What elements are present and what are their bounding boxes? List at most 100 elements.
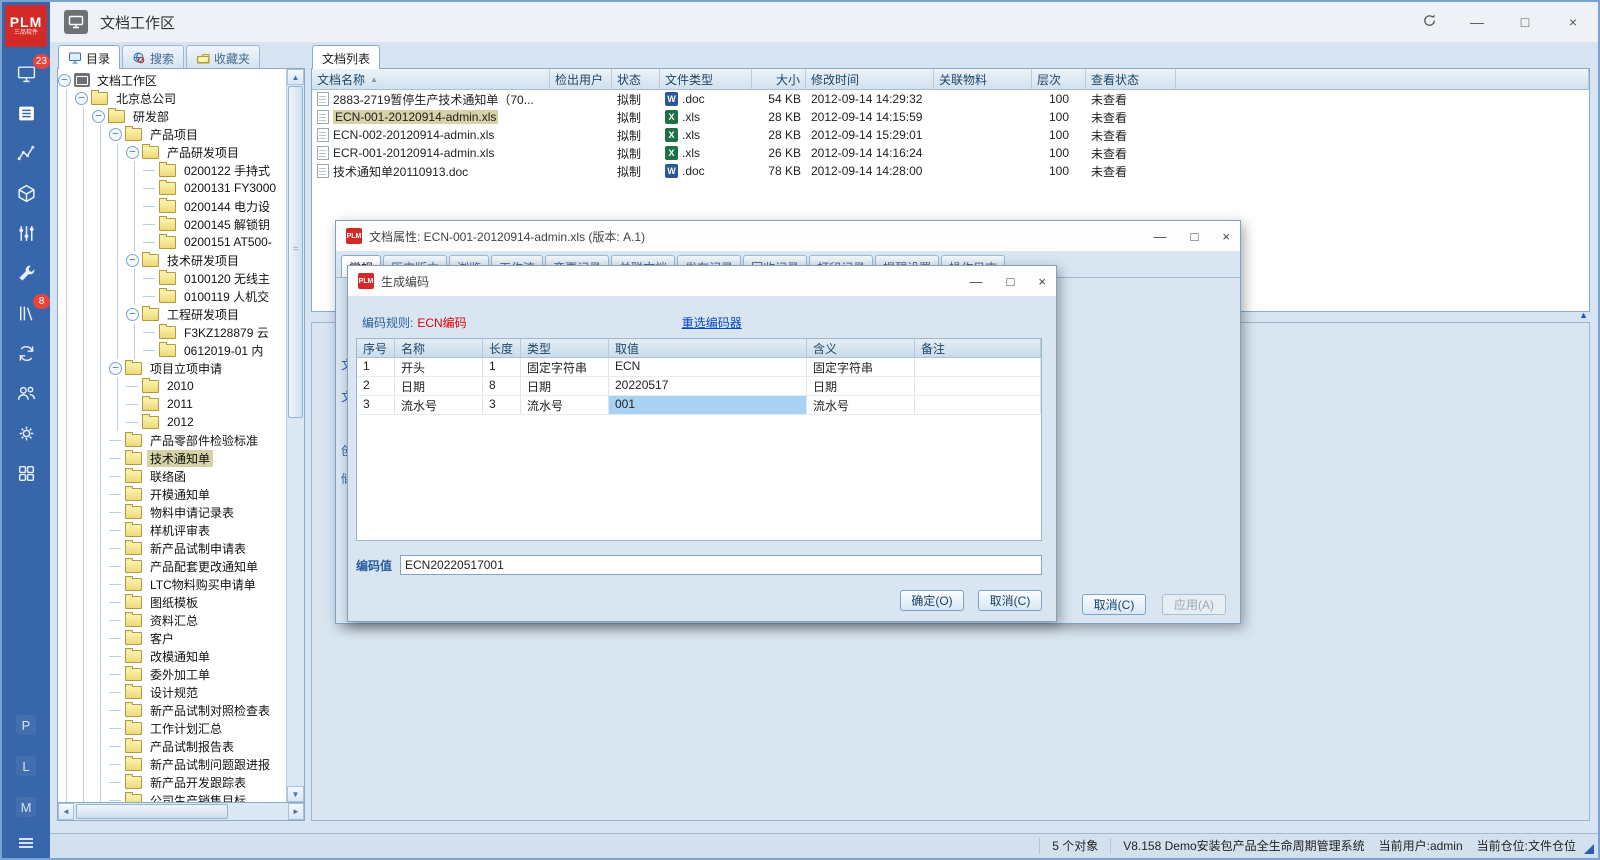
code-column-header-1[interactable]: 序号 [357,339,395,357]
ok-button[interactable]: 确定(O) [900,590,964,611]
tree-item[interactable]: −工程研发项目 [58,305,286,323]
code-table-row[interactable]: 3流水号3流水号001流水号 [357,396,1041,415]
code-cell[interactable] [915,377,1041,395]
scroll-up-icon[interactable]: ▲ [287,69,304,85]
sidebar-item-sync[interactable] [13,341,39,365]
close-button[interactable]: × [1222,229,1230,244]
tree-item[interactable]: 2010 [58,377,286,395]
tree-item[interactable]: 0200151 AT500- [58,233,286,251]
column-header-8[interactable]: 层次 [1032,69,1086,89]
tree-item[interactable]: 0200145 解锁钥 [58,215,286,233]
column-header-4[interactable]: 文件类型 [660,69,752,89]
tree-item[interactable]: F3KZ128879 云 [58,323,286,341]
code-column-header-2[interactable]: 名称 [395,339,483,357]
code-column-header-3[interactable]: 长度 [483,339,521,357]
tree-horizontal-scrollbar[interactable]: ◄ ► [57,803,305,821]
sidebar-item-documents[interactable] [13,101,39,125]
tree-item[interactable]: 产品配套更改通知单 [58,557,286,575]
tree-item[interactable]: 开模通知单 [58,485,286,503]
sidebar-letter-m[interactable]: M [16,797,36,817]
code-cell[interactable]: 开头 [395,358,483,376]
code-cell[interactable]: 2 [357,377,395,395]
code-cell[interactable] [915,396,1041,414]
maximize-button[interactable]: □ [1191,229,1199,244]
tab-目录[interactable]: 目录 [58,45,120,69]
scrollbar-thumb[interactable] [76,804,228,819]
tree-vertical-scrollbar[interactable]: ▲ ▼ [286,69,304,802]
resize-grip[interactable] [1584,844,1594,854]
tree-item[interactable]: 0100120 无线主 [58,269,286,287]
column-header-2[interactable]: 检出用户 [550,69,612,89]
sidebar-item-gear[interactable] [13,421,39,445]
tree-item[interactable]: 图纸模板 [58,593,286,611]
code-cell[interactable]: 1 [357,358,395,376]
scrollbar-thumb[interactable] [288,86,303,418]
column-header-7[interactable]: 关联物料 [934,69,1032,89]
code-column-header-4[interactable]: 类型 [521,339,609,357]
tree-item[interactable]: 0200131 FY3000 [58,179,286,197]
tree-item[interactable]: 2011 [58,395,286,413]
code-cell[interactable]: 3 [483,396,521,414]
code-cell[interactable]: 流水号 [521,396,609,414]
hamburger-menu-icon[interactable] [19,838,33,848]
tree-collapse-icon[interactable]: − [58,74,71,87]
code-cell[interactable] [915,358,1041,376]
tree-item[interactable]: 资料汇总 [58,611,286,629]
tree-item[interactable]: 公司生产销售目标 [58,791,286,802]
apply-button[interactable]: 应用(A) [1162,594,1226,615]
tree-item[interactable]: 样机评审表 [58,521,286,539]
tree-collapse-icon[interactable]: − [126,254,139,267]
tree-collapse-icon[interactable]: − [126,146,139,159]
maximize-button[interactable]: □ [1007,274,1015,289]
tree-item[interactable]: 新产品试制对照检查表 [58,701,286,719]
tree-item[interactable]: 新产品试制问题跟进报 [58,755,286,773]
code-cell[interactable]: 固定字符串 [521,358,609,376]
sidebar-item-sliders[interactable] [13,221,39,245]
tree-item[interactable]: 改模通知单 [58,647,286,665]
code-cell[interactable]: 固定字符串 [807,358,915,376]
tab-document-list[interactable]: 文档列表 [312,45,380,69]
tree-item[interactable]: 0100119 人机交 [58,287,286,305]
code-cell[interactable]: 日期 [521,377,609,395]
maximize-button[interactable]: □ [1514,14,1536,30]
table-row[interactable]: 技术通知单20110913.doc拟制W.doc78 KB2012-09-14 … [312,162,1589,180]
tab-搜索[interactable]: 搜索 [122,45,184,69]
cancel-button[interactable]: 取消(C) [978,590,1042,611]
tree-item[interactable]: 新产品试制申请表 [58,539,286,557]
code-cell[interactable]: 日期 [395,377,483,395]
minimize-button[interactable]: — [1466,14,1488,30]
tree-item[interactable]: −研发部 [58,107,286,125]
tree-collapse-icon[interactable]: − [75,92,88,105]
sidebar-letter-p[interactable]: P [16,715,36,735]
column-header-3[interactable]: 状态 [612,69,660,89]
code-column-header-5[interactable]: 取值 [609,339,807,357]
minimize-button[interactable]: — [970,274,983,289]
code-cell[interactable]: 流水号 [807,396,915,414]
code-column-header-7[interactable]: 备注 [915,339,1041,357]
column-header-9[interactable]: 查看状态 [1086,69,1176,89]
tree-collapse-icon[interactable]: − [109,362,122,375]
tree-item[interactable]: −产品项目 [58,125,286,143]
tree-item[interactable]: 0200122 手持式 [58,161,286,179]
code-table-row[interactable]: 2日期8日期20220517日期 [357,377,1041,396]
column-header-1[interactable]: 文档名称▲ [312,69,550,89]
column-header-5[interactable]: 大小 [752,69,806,89]
tree-item[interactable]: −北京总公司 [58,89,286,107]
tree-item[interactable]: −产品研发项目 [58,143,286,161]
tree-item[interactable]: 客户 [58,629,286,647]
table-row[interactable]: ECN-001-20120914-admin.xls拟制X.xls28 KB20… [312,108,1589,126]
tree-item[interactable]: 0612019-01 内 [58,341,286,359]
code-cell[interactable]: 1 [483,358,521,376]
tree-item[interactable]: −文档工作区 [58,71,286,89]
tree-item[interactable]: −项目立项申请 [58,359,286,377]
code-cell[interactable]: 3 [357,396,395,414]
sidebar-item-grid[interactable] [13,461,39,485]
tree-item[interactable]: 产品零部件检验标准 [58,431,286,449]
tab-收藏夹[interactable]: 收藏夹 [186,45,260,69]
sidebar-item-trend-chart[interactable] [13,141,39,165]
reselect-coder-link[interactable]: 重选编码器 [682,314,742,331]
tree-item[interactable]: 2012 [58,413,286,431]
tree-collapse-icon[interactable]: − [92,110,105,123]
sidebar-item-monitor[interactable]: 23 [13,61,39,85]
tree-item[interactable]: 产品试制报告表 [58,737,286,755]
